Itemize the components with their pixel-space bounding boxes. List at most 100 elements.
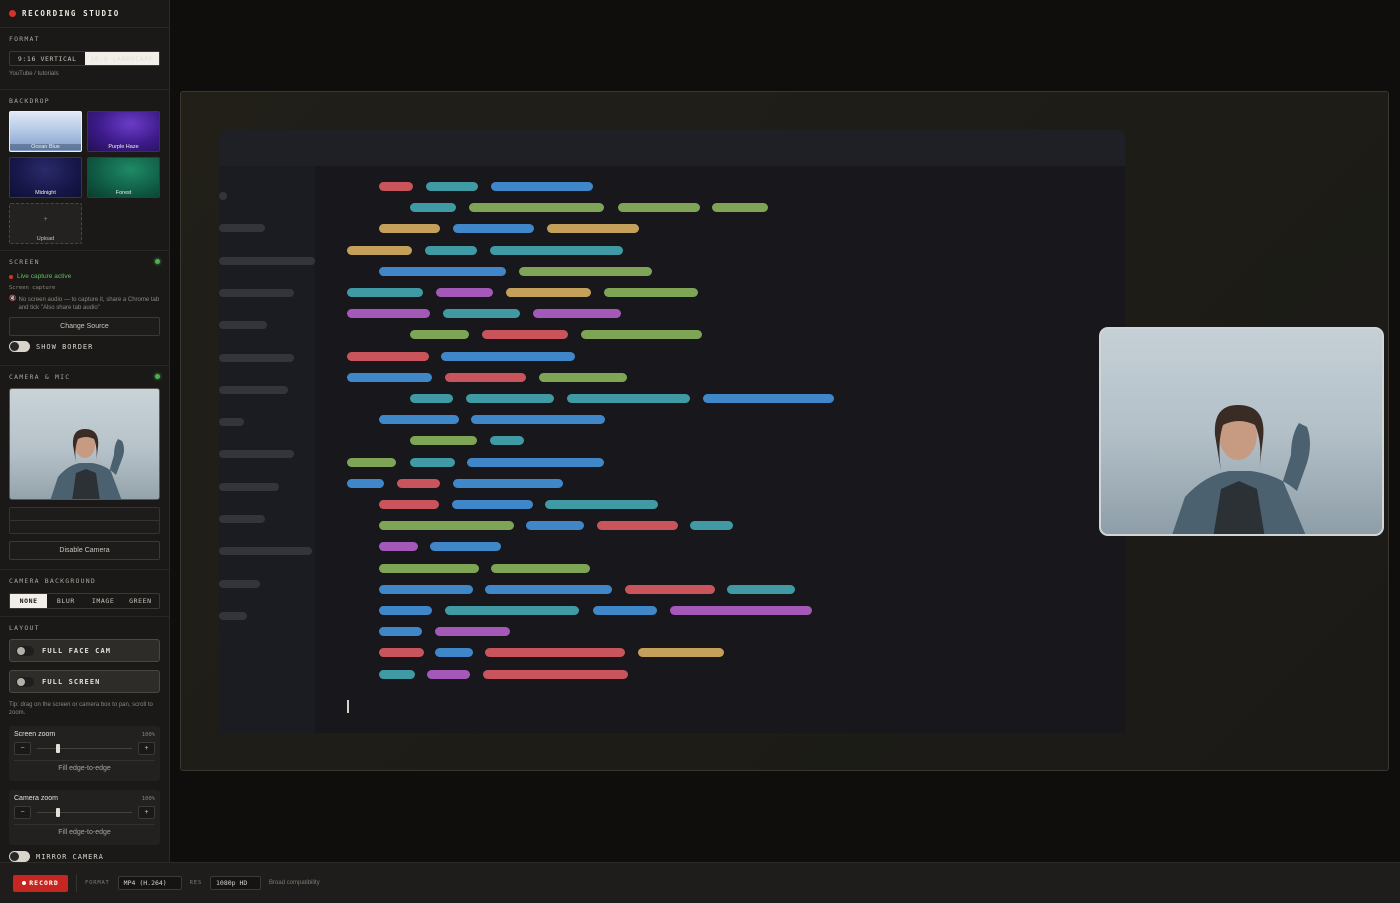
- sidebar-line: [219, 611, 247, 620]
- code-token: [445, 606, 579, 615]
- code-token: [410, 436, 477, 446]
- code-token: [467, 457, 604, 467]
- screen-zoom-minus-button[interactable]: −: [14, 742, 31, 755]
- code-token: [379, 266, 506, 276]
- backdrop-label: Midnight: [35, 190, 56, 196]
- full-face-cam-option[interactable]: FULL FACE CAM: [9, 639, 160, 662]
- sidebar-line: [219, 482, 279, 491]
- code-token: [453, 224, 534, 234]
- camera-zoom-thumb[interactable]: [56, 808, 60, 817]
- camera-preview[interactable]: [9, 388, 160, 500]
- code-token: [625, 584, 715, 594]
- code-token: [379, 648, 424, 658]
- code-token: [436, 288, 493, 297]
- resolution-select[interactable]: 1080p HD: [210, 876, 262, 890]
- code-token: [347, 478, 384, 488]
- mirror-camera-toggle[interactable]: [9, 851, 30, 862]
- sidebar-line: [219, 515, 265, 523]
- camera-status-dot-icon: [155, 374, 160, 379]
- code-token: [347, 457, 396, 467]
- backdrop-section: BACKDROP Ocean Blue Purple Haze Midnight…: [0, 90, 169, 251]
- code-token: [712, 203, 768, 213]
- screen-fill-edge-button[interactable]: Fill edge-to-edge: [14, 760, 155, 776]
- code-token: [567, 394, 690, 403]
- code-token: [471, 415, 605, 425]
- backdrop-label: Forest: [115, 190, 132, 196]
- backdrop-purple-haze[interactable]: Purple Haze: [87, 111, 160, 152]
- code-token: [491, 182, 593, 191]
- format-select[interactable]: MP4 (H.264): [117, 876, 182, 890]
- record-label: RECORD: [29, 879, 59, 887]
- muted-speaker-icon: 🔇: [9, 296, 17, 302]
- backdrop-upload[interactable]: + Upload: [9, 203, 82, 244]
- format-select-label: FORMAT: [85, 880, 110, 886]
- cam-bg-none-option[interactable]: NONE: [10, 594, 48, 608]
- code-token: [397, 478, 440, 488]
- camera-zoom-slider[interactable]: [37, 808, 132, 817]
- screen-zoom-slider[interactable]: [37, 744, 132, 753]
- code-token: [379, 521, 514, 531]
- show-border-toggle[interactable]: [9, 341, 30, 352]
- screen-status: Live capture active: [9, 273, 160, 280]
- code-token: [379, 182, 413, 191]
- layout-section: LAYOUT FULL FACE CAM FULL SCREEN Tip: dr…: [0, 617, 169, 862]
- preview-canvas[interactable]: [180, 91, 1389, 771]
- cam-bg-green-option[interactable]: GREEN: [122, 594, 159, 608]
- live-dot-icon: [9, 274, 13, 279]
- record-button[interactable]: RECORD: [13, 874, 68, 892]
- backdrop-forest[interactable]: Forest: [87, 157, 160, 198]
- code-token: [379, 606, 432, 615]
- camera-zoom-minus-button[interactable]: −: [14, 806, 31, 819]
- code-token: [347, 245, 412, 255]
- format-title: FORMAT: [9, 35, 40, 43]
- full-screen-option[interactable]: FULL SCREEN: [9, 670, 160, 693]
- code-token: [581, 330, 702, 340]
- format-vertical-option[interactable]: 9:16 VERTICAL: [10, 52, 85, 65]
- captured-window-titlebar: [219, 130, 1125, 166]
- code-token: [443, 309, 520, 319]
- code-token: [445, 372, 526, 382]
- code-token: [469, 203, 604, 213]
- backdrop-tiles: Ocean Blue Purple Haze Midnight Forest +…: [9, 111, 160, 244]
- screen-zoom-thumb[interactable]: [56, 744, 60, 753]
- camera-section: CAMERA & MIC Disable Camera: [0, 366, 169, 570]
- code-token: [379, 415, 459, 425]
- change-source-button[interactable]: Change Source: [9, 317, 160, 336]
- cam-bg-image-option[interactable]: IMAGE: [85, 594, 122, 608]
- code-token: [490, 436, 524, 446]
- full-screen-toggle[interactable]: [16, 676, 34, 687]
- backdrop-midnight[interactable]: Midnight: [9, 157, 82, 198]
- sidebar-line: [219, 224, 265, 233]
- sidebar-line: [219, 579, 260, 588]
- screen-capture-view[interactable]: [219, 130, 1125, 733]
- sidebar-line: [219, 353, 294, 362]
- format-landscape-option[interactable]: 16:9 LANDSCAPE: [84, 52, 159, 65]
- code-token: [490, 245, 623, 255]
- bottom-toolbar: RECORD FORMAT MP4 (H.264) RES 1080p HD B…: [0, 862, 1400, 903]
- screen-title: SCREEN: [9, 258, 40, 266]
- mic-meter-divider: [10, 520, 159, 521]
- backdrop-ocean-blue[interactable]: Ocean Blue: [9, 111, 82, 152]
- camera-zoom-panel: Camera zoom 100% − + Fill edge-to-edge: [9, 790, 160, 845]
- code-token: [347, 309, 430, 319]
- code-token: [545, 500, 658, 509]
- code-token: [526, 521, 584, 531]
- screen-zoom-value: 100%: [141, 731, 155, 738]
- disable-camera-button[interactable]: Disable Camera: [9, 541, 160, 560]
- camera-overlay[interactable]: [1099, 327, 1384, 536]
- screen-audio-note-text: No screen audio — to capture it, share a…: [18, 297, 160, 311]
- cam-bg-blur-option[interactable]: BLUR: [47, 594, 84, 608]
- compatibility-note: Broad compatibility: [269, 880, 320, 886]
- screen-zoom-plus-button[interactable]: +: [138, 742, 155, 755]
- camera-zoom-plus-button[interactable]: +: [138, 806, 155, 819]
- code-token: [347, 351, 429, 361]
- app-title: RECORDING STUDIO: [22, 9, 120, 18]
- camera-fill-edge-button[interactable]: Fill edge-to-edge: [14, 824, 155, 840]
- code-token: [410, 330, 469, 340]
- code-token: [593, 606, 657, 615]
- code-token: [379, 224, 440, 234]
- code-token: [452, 500, 533, 509]
- sidebar-line: [219, 256, 315, 265]
- full-face-cam-toggle[interactable]: [16, 645, 34, 656]
- code-token: [466, 394, 554, 403]
